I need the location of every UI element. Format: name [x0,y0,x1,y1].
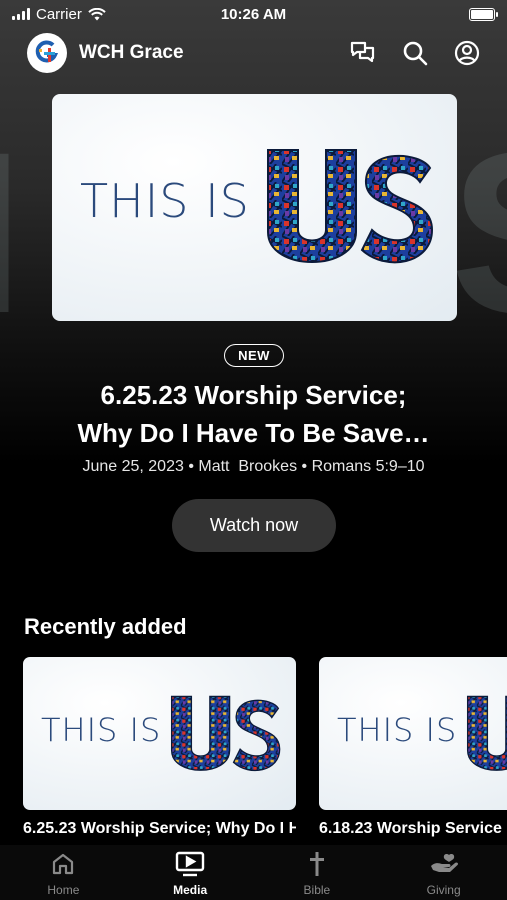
tab-bible[interactable]: Bible [254,845,381,900]
tab-bible-label: Bible [303,883,331,897]
media-card-title: 6.18.23 Worship Service [319,820,502,837]
home-icon [48,849,78,879]
featured-title-line1: 6.25.23 Worship Service; [100,380,407,410]
thumb-stained-glass-us [466,695,507,771]
logo-icon [32,38,62,68]
tab-home-label: Home [47,883,80,897]
cross-icon [302,849,332,879]
media-card[interactable]: THIS IS 6.25.23 Worship Service; Why Do … [23,657,296,838]
profile-icon[interactable] [454,40,480,66]
featured-meta: June 25, 2023 • Matt Brookes • Romans 5:… [82,458,425,475]
status-bar: Carrier 10:26 AM [0,0,507,28]
featured-title-line2: Why Do I Have To Be Save… [77,418,430,448]
tab-media-label: Media [173,883,208,897]
thumb-stained-glass-us [170,695,281,772]
giving-icon [429,849,459,879]
tab-giving-label: Giving [426,883,461,897]
search-icon[interactable] [402,40,428,66]
media-card-thumbnail: THIS IS [23,657,296,810]
thumb-text-left: THIS IS [41,711,162,749]
tab-media[interactable]: Media [127,845,254,900]
tab-home[interactable]: Home [0,845,127,900]
series-art: THIS IS [52,94,457,321]
media-card-title: 6.25.23 Worship Service; Why Do I Have T… [23,820,296,837]
church-logo[interactable] [27,33,67,73]
chat-icon[interactable] [350,40,376,66]
tab-bar: Home Media Bible Giving [0,845,507,900]
thumb-text-left: THIS IS [337,711,458,749]
art-stained-glass-us [267,149,434,264]
watch-now-button[interactable]: Watch now [172,499,336,552]
media-card[interactable]: THIS IS 6.18.23 Worship Service [319,657,507,838]
wifi-icon [88,7,106,20]
featured-media-artwork[interactable]: THIS IS [52,94,457,321]
carrier-label: Carrier [36,5,82,23]
app-header: WCH Grace [0,30,507,76]
battery-icon [469,7,498,21]
featured-title: 6.25.23 Worship Service; Why Do I Have T… [20,376,487,452]
art-text-left: THIS IS [80,174,250,228]
new-badge: NEW [224,344,284,367]
media-card-thumbnail: THIS IS [319,657,507,810]
signal-icon [12,8,30,20]
tab-giving[interactable]: Giving [380,845,507,900]
recently-added-rail[interactable]: THIS IS 6.25.23 Worship Service; Why Do … [0,657,507,847]
recently-added-title: Recently added [24,614,187,639]
media-icon [175,849,205,879]
app-title: WCH Grace [79,42,184,63]
